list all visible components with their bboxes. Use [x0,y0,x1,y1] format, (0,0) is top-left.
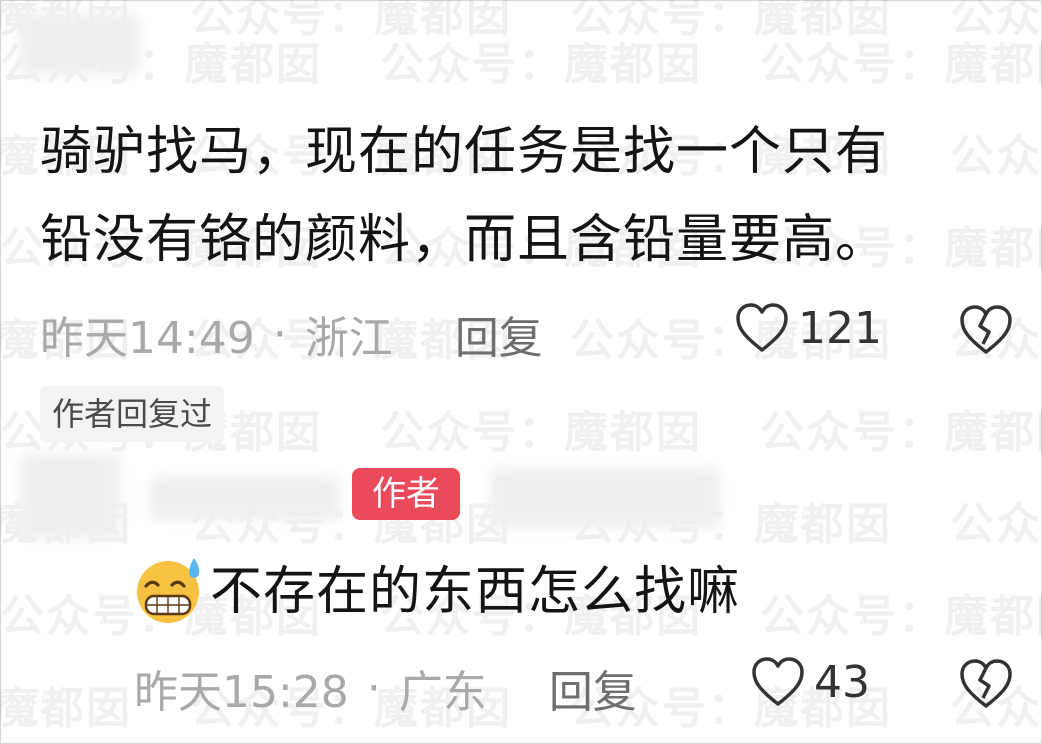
comment-text-line-1: 骑驴找马，现在的任务是找一个只有 [40,122,889,182]
comment-reply-button[interactable]: 回复 [455,302,543,366]
broken-heart-icon [960,305,1012,354]
comment-meta: 昨天14:49 · 浙江 回复 [40,302,543,366]
reply-reply-button[interactable]: 回复 [549,656,637,720]
comment-location: 浙江 [304,313,393,364]
reply-like-count: 43 [814,656,870,708]
comment-text-line-2: 铅没有铬的颜料，而且含铅量要高。 [40,210,889,270]
comment-like-button[interactable]: 121 [734,302,882,354]
sweat-grin-emoji-icon [137,558,200,623]
reply-dislike-button[interactable] [958,658,1014,714]
blurred-reply-avatar [20,454,120,538]
heart-icon [752,657,804,706]
reply-text: 不存在的东西怎么找嘛 [210,562,741,622]
comment-time: 昨天14:49 [40,313,255,364]
meta-separator: · [272,308,287,360]
author-replied-tag: 作者回复过 [40,386,225,442]
reply-location: 广东 [398,667,487,718]
meta-separator: · [366,662,381,714]
blurred-reply-username [150,476,340,520]
author-badge: 作者 [352,468,460,520]
reply-time: 昨天15:28 [134,667,349,718]
reply-meta: 昨天15:28 · 广东 回复 [134,656,637,720]
broken-heart-icon [960,659,1012,708]
blurred-username [20,14,140,74]
heart-icon [736,303,788,352]
comment-dislike-button[interactable] [958,304,1014,360]
blurred-reply-target [490,468,720,528]
comment-like-count: 121 [798,302,882,354]
reply-like-button[interactable]: 43 [750,656,870,708]
